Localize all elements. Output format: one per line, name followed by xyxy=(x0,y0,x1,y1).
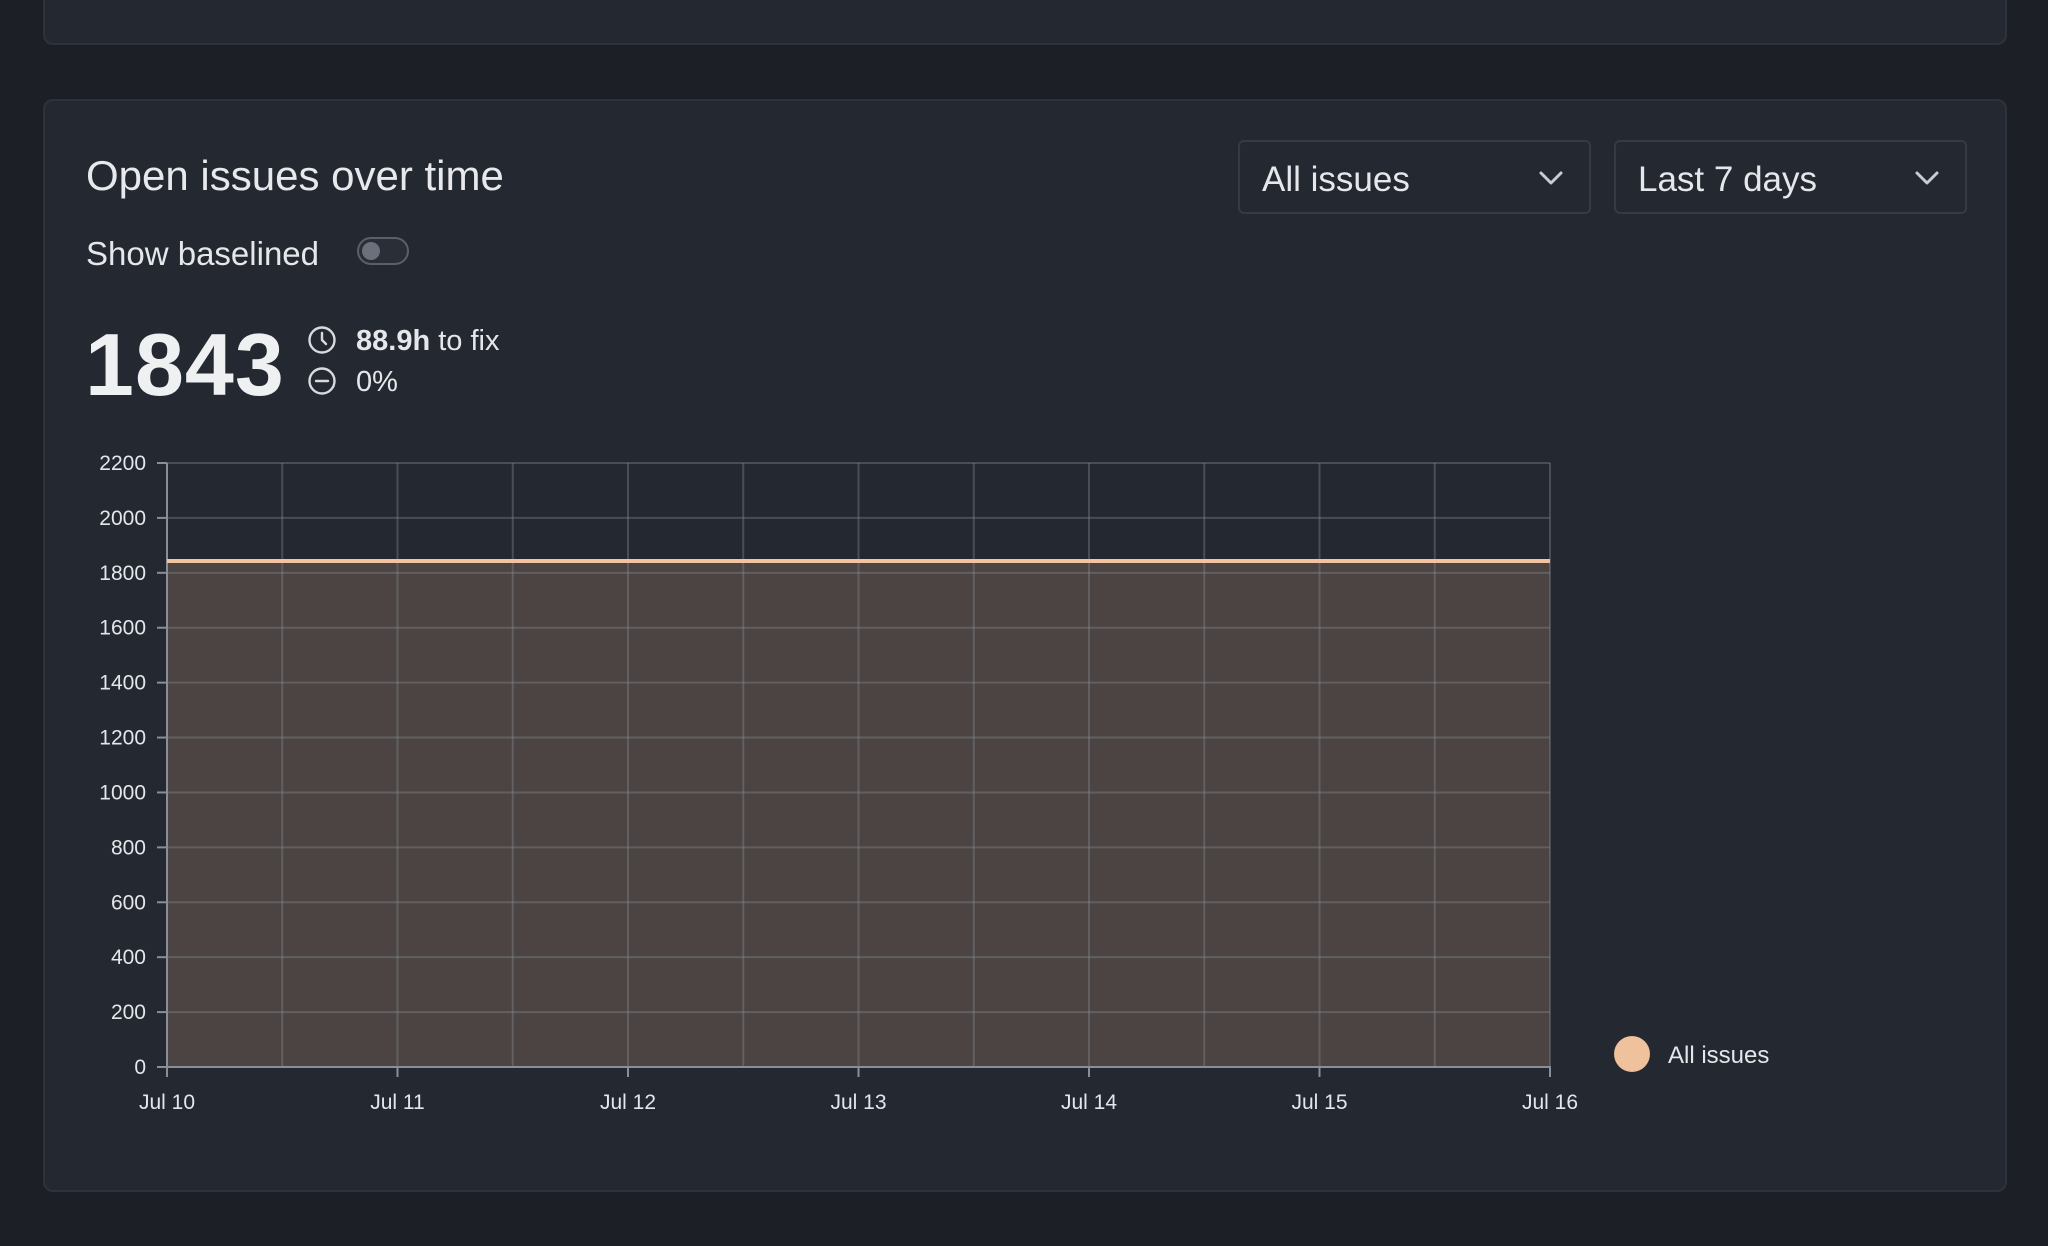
x-tick-label: Jul 15 xyxy=(1291,1091,1347,1114)
y-tick-label: 2200 xyxy=(99,452,146,475)
y-tick-label: 200 xyxy=(111,1001,146,1024)
y-tick-label: 0 xyxy=(134,1056,146,1079)
x-tick-label: Jul 10 xyxy=(139,1091,195,1114)
previous-card xyxy=(43,0,2007,45)
y-tick-label: 1200 xyxy=(99,727,146,750)
y-tick-label: 400 xyxy=(111,946,146,969)
y-tick-label: 600 xyxy=(111,891,146,914)
open-issues-chart: 0 200 400 600 800 1000 1200 1400 1600 1800 2000 220… xyxy=(99,452,1769,1114)
x-tick-label: Jul 11 xyxy=(370,1091,424,1114)
legend-marker-all-issues xyxy=(1614,1036,1650,1072)
y-tick-label: 1800 xyxy=(99,562,146,585)
x-tick-label: Jul 16 xyxy=(1522,1091,1578,1114)
y-tick-label: 1600 xyxy=(99,617,146,640)
open-issues-card: Open issues over time All issues Last 7 … xyxy=(43,99,2007,1192)
x-tick-label: Jul 14 xyxy=(1061,1091,1117,1114)
y-tick-label: 1000 xyxy=(99,781,146,804)
y-tick-label: 2000 xyxy=(99,507,146,530)
legend-label-all-issues: All issues xyxy=(1668,1042,1769,1069)
x-tick-label: Jul 13 xyxy=(830,1091,886,1114)
page: Open issues over time All issues Last 7 … xyxy=(0,0,2048,1246)
y-tick-label: 1400 xyxy=(99,672,146,695)
x-tick-label: Jul 12 xyxy=(600,1091,656,1114)
y-tick-label: 800 xyxy=(111,836,146,859)
